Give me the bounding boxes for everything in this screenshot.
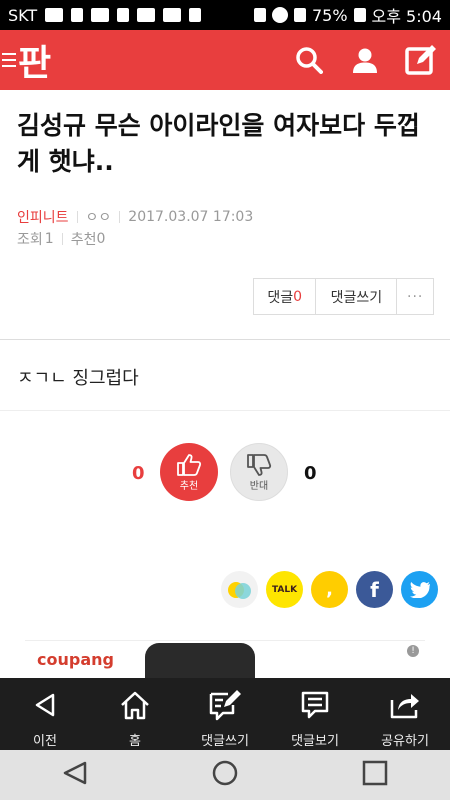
kakao-comma-icon[interactable]: ,: [311, 571, 348, 608]
home-button[interactable]: 홈: [90, 678, 180, 750]
views-label: 조회: [17, 232, 43, 248]
back-icon: [35, 693, 55, 717]
message-icon: [45, 8, 64, 22]
article-meta: 인피니트 ㅇㅇ 2017.03.07 17:03: [17, 207, 253, 227]
n-app-icon: [189, 8, 202, 22]
facebook-icon[interactable]: f: [356, 571, 393, 608]
ad-product-image: [145, 643, 255, 680]
cloud-icon: [91, 8, 110, 22]
signal-icon: [293, 8, 306, 22]
battery-icon: [353, 8, 366, 22]
status-bar: SKT 75% 오후 5:04: [0, 0, 450, 30]
app-header: 판: [0, 30, 450, 90]
recommend-label: 추천: [70, 232, 97, 248]
views-count: 1: [44, 231, 54, 247]
comment-label: 댓글: [267, 289, 294, 306]
nav-back-icon[interactable]: [61, 759, 89, 791]
divider: [0, 410, 450, 411]
more-button[interactable]: ···: [397, 279, 433, 314]
kakaotalk-icon[interactable]: TALK: [266, 571, 303, 608]
vote-section: 0 추천 반대 0: [0, 443, 450, 503]
twitter-icon[interactable]: [401, 571, 438, 608]
view-comments-label: 댓글보기: [291, 734, 339, 749]
home-icon: [121, 691, 149, 720]
thumbs-up-icon: [177, 453, 202, 476]
write-comment-button[interactable]: 댓글쓰기: [316, 279, 398, 314]
user-icon[interactable]: [348, 43, 382, 77]
system-navbar: [0, 750, 450, 800]
recommend-button[interactable]: 추천: [160, 443, 218, 501]
battery-percent: 75%: [311, 5, 348, 25]
recommend-label: 추천: [179, 480, 199, 492]
post-datetime: 2017.03.07 17:03: [128, 209, 254, 225]
wifi-icon: [271, 7, 288, 23]
article-body: ㅈㄱㄴ 징그럽다: [17, 368, 139, 389]
bottom-toolbar: 이전 홈 댓글쓰기 댓글보기 공유하기: [0, 678, 450, 750]
write-icon[interactable]: [404, 43, 438, 77]
channel-link[interactable]: 인피니트: [17, 207, 69, 227]
ad-brand: coupang: [37, 650, 114, 669]
divider: [0, 339, 450, 340]
article-stats: 조회 1 추천 0: [17, 229, 105, 249]
pann-logo[interactable]: 판: [18, 34, 51, 86]
notes-icon: [71, 8, 84, 22]
clock: 오후 5:04: [371, 7, 442, 26]
article-title: 김성규 무슨 아이라인을 여자보다 두껍게 햇냐..: [17, 111, 420, 176]
oppose-vote-count: 0: [304, 463, 317, 484]
divider: [76, 211, 78, 223]
mute-icon: [253, 8, 266, 22]
ad-banner[interactable]: coupang !: [25, 640, 425, 680]
comment-count: 0: [293, 288, 302, 305]
kakaostory-icon[interactable]: [221, 571, 258, 608]
divider: [119, 211, 121, 223]
write-comment-label: 댓글쓰기: [201, 734, 249, 749]
share-row: TALK , f: [221, 571, 438, 608]
comment-write-icon: [209, 690, 241, 721]
download-icon: [117, 8, 130, 22]
twitter-notify-icon: [137, 8, 156, 22]
view-comments-tab[interactable]: 댓글보기: [270, 678, 360, 750]
back-button[interactable]: 이전: [0, 678, 90, 750]
author-nickname: ㅇㅇ: [85, 210, 112, 226]
menu-icon[interactable]: [2, 53, 16, 67]
mail-icon: [163, 8, 182, 22]
kakaotalk-label: TALK: [271, 584, 298, 595]
write-comment-tab[interactable]: 댓글쓰기: [180, 678, 270, 750]
ad-info-icon[interactable]: !: [407, 645, 419, 657]
carrier-label: SKT: [8, 5, 38, 25]
comment-view-icon: [301, 691, 329, 719]
share-label: 공유하기: [381, 734, 429, 749]
thumbs-down-icon: [247, 453, 272, 476]
share-icon: [390, 694, 419, 719]
oppose-button[interactable]: 반대: [230, 443, 288, 501]
search-icon[interactable]: [292, 43, 326, 77]
nav-home-icon[interactable]: [211, 759, 239, 791]
nav-recents-icon[interactable]: [361, 759, 389, 791]
home-label: 홈: [129, 734, 141, 749]
divider: [61, 233, 63, 245]
comment-bar: 댓글 0 댓글쓰기 ···: [253, 278, 434, 315]
comment-count-button[interactable]: 댓글 0: [254, 279, 317, 314]
back-label: 이전: [33, 734, 57, 749]
recommend-count: 0: [96, 231, 106, 247]
oppose-label: 반대: [249, 480, 269, 492]
recommend-vote-count: 0: [132, 463, 145, 484]
share-tab[interactable]: 공유하기: [360, 678, 450, 750]
